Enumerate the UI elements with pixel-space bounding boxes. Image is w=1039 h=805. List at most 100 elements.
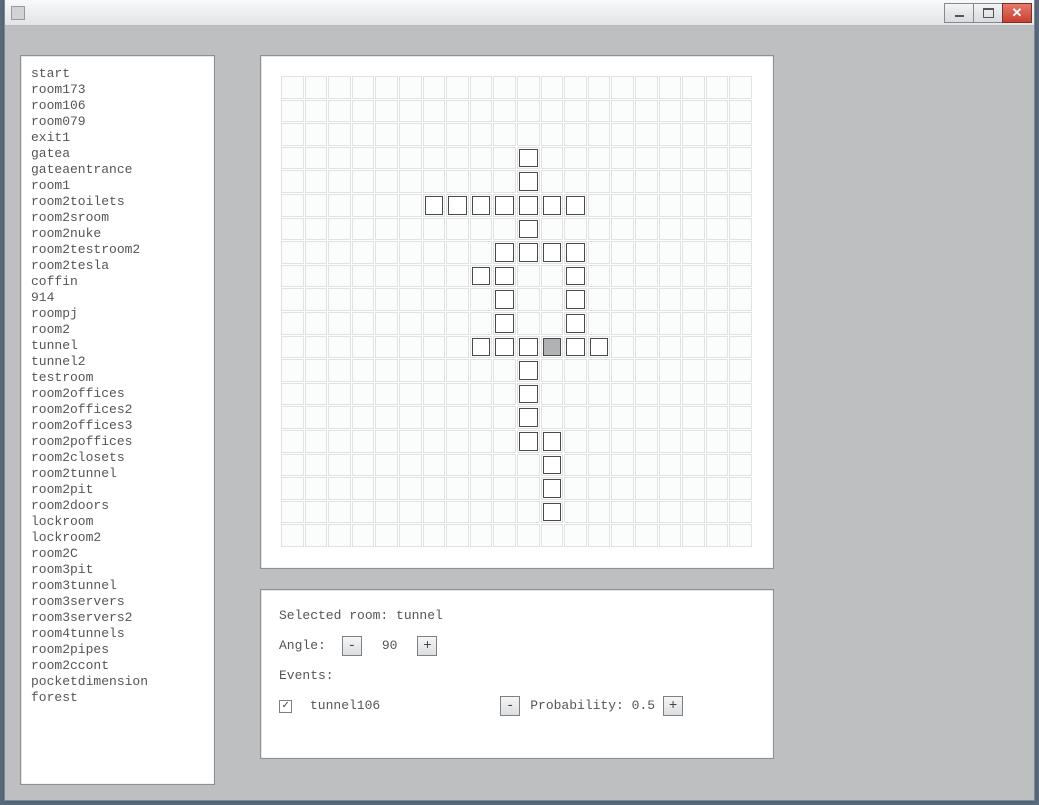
grid-cell[interactable]: [375, 147, 398, 170]
grid-cell[interactable]: [588, 383, 611, 406]
map-tile[interactable]: [590, 338, 609, 357]
grid-cell[interactable]: [328, 288, 351, 311]
grid-cell[interactable]: [446, 288, 469, 311]
grid-cell[interactable]: [352, 501, 375, 524]
grid-cell[interactable]: [423, 524, 446, 547]
grid-cell[interactable]: [611, 100, 634, 123]
grid-cell[interactable]: [635, 454, 658, 477]
grid-cell[interactable]: [611, 76, 634, 99]
grid-cell[interactable]: [729, 312, 752, 335]
grid-cell[interactable]: [564, 524, 587, 547]
grid-cell[interactable]: [281, 265, 304, 288]
map-tile[interactable]: [519, 149, 538, 168]
grid-cell[interactable]: [541, 524, 564, 547]
grid-cell[interactable]: [729, 288, 752, 311]
grid-cell[interactable]: [659, 241, 682, 264]
grid-cell[interactable]: [399, 170, 422, 193]
grid-cell[interactable]: [352, 524, 375, 547]
grid-cell[interactable]: [375, 501, 398, 524]
grid-cell[interactable]: [588, 100, 611, 123]
grid-cell[interactable]: [352, 430, 375, 453]
grid-cell[interactable]: [352, 454, 375, 477]
grid-cell[interactable]: [352, 218, 375, 241]
list-item[interactable]: lockroom: [31, 514, 202, 530]
map-tile[interactable]: [495, 196, 514, 215]
map-tile[interactable]: [566, 243, 585, 262]
grid-cell[interactable]: [328, 430, 351, 453]
grid-cell[interactable]: [281, 123, 304, 146]
map-tile[interactable]: [495, 338, 514, 357]
grid-cell[interactable]: [659, 170, 682, 193]
grid-cell[interactable]: [517, 76, 540, 99]
list-item[interactable]: room2closets: [31, 450, 202, 466]
grid-cell[interactable]: [470, 100, 493, 123]
grid-cell[interactable]: [659, 218, 682, 241]
grid-cell[interactable]: [399, 430, 422, 453]
grid-cell[interactable]: [706, 147, 729, 170]
grid-cell[interactable]: [446, 406, 469, 429]
grid-cell[interactable]: [588, 241, 611, 264]
event-checkbox[interactable]: [279, 700, 292, 713]
grid-cell[interactable]: [305, 359, 328, 382]
grid-cell[interactable]: [399, 123, 422, 146]
grid-cell[interactable]: [328, 336, 351, 359]
list-item[interactable]: tunnel2: [31, 354, 202, 370]
grid-cell[interactable]: [423, 100, 446, 123]
grid-cell[interactable]: [470, 288, 493, 311]
grid-cell[interactable]: [635, 241, 658, 264]
grid-cell[interactable]: [541, 359, 564, 382]
grid-cell[interactable]: [706, 241, 729, 264]
grid-cell[interactable]: [729, 100, 752, 123]
grid-cell[interactable]: [729, 218, 752, 241]
grid-cell[interactable]: [706, 194, 729, 217]
map-tile[interactable]: [543, 456, 562, 475]
map-tile[interactable]: [519, 172, 538, 191]
grid-cell[interactable]: [541, 288, 564, 311]
grid-cell[interactable]: [446, 477, 469, 500]
grid-cell[interactable]: [564, 123, 587, 146]
grid-cell[interactable]: [682, 123, 705, 146]
grid-cell[interactable]: [682, 501, 705, 524]
grid-cell[interactable]: [706, 288, 729, 311]
grid-cell[interactable]: [517, 477, 540, 500]
grid-cell[interactable]: [729, 477, 752, 500]
list-item[interactable]: room2doors: [31, 498, 202, 514]
grid-cell[interactable]: [541, 265, 564, 288]
grid-cell[interactable]: [305, 100, 328, 123]
grid-cell[interactable]: [328, 76, 351, 99]
grid-cell[interactable]: [305, 288, 328, 311]
grid-cell[interactable]: [281, 406, 304, 429]
grid-cell[interactable]: [706, 123, 729, 146]
event-add-button[interactable]: +: [663, 696, 683, 716]
grid-cell[interactable]: [399, 383, 422, 406]
grid-cell[interactable]: [493, 123, 516, 146]
grid-cell[interactable]: [375, 76, 398, 99]
map-tile[interactable]: [519, 432, 538, 451]
grid-cell[interactable]: [588, 454, 611, 477]
grid-cell[interactable]: [305, 218, 328, 241]
map-tile[interactable]: [519, 361, 538, 380]
grid-cell[interactable]: [588, 359, 611, 382]
list-item[interactable]: room2sroom: [31, 210, 202, 226]
grid-cell[interactable]: [305, 406, 328, 429]
grid-cell[interactable]: [375, 477, 398, 500]
grid-cell[interactable]: [493, 406, 516, 429]
grid-cell[interactable]: [305, 147, 328, 170]
grid-cell[interactable]: [635, 359, 658, 382]
grid-cell[interactable]: [328, 241, 351, 264]
grid-cell[interactable]: [305, 501, 328, 524]
grid-cell[interactable]: [659, 336, 682, 359]
grid-cell[interactable]: [611, 477, 634, 500]
grid-cell[interactable]: [281, 170, 304, 193]
grid-cell[interactable]: [446, 170, 469, 193]
grid-cell[interactable]: [470, 147, 493, 170]
grid-cell[interactable]: [635, 288, 658, 311]
grid-cell[interactable]: [729, 383, 752, 406]
grid-cell[interactable]: [305, 312, 328, 335]
grid-cell[interactable]: [635, 501, 658, 524]
grid-cell[interactable]: [659, 430, 682, 453]
grid-cell[interactable]: [493, 501, 516, 524]
grid-cell[interactable]: [682, 218, 705, 241]
grid-cell[interactable]: [729, 147, 752, 170]
grid-cell[interactable]: [493, 430, 516, 453]
